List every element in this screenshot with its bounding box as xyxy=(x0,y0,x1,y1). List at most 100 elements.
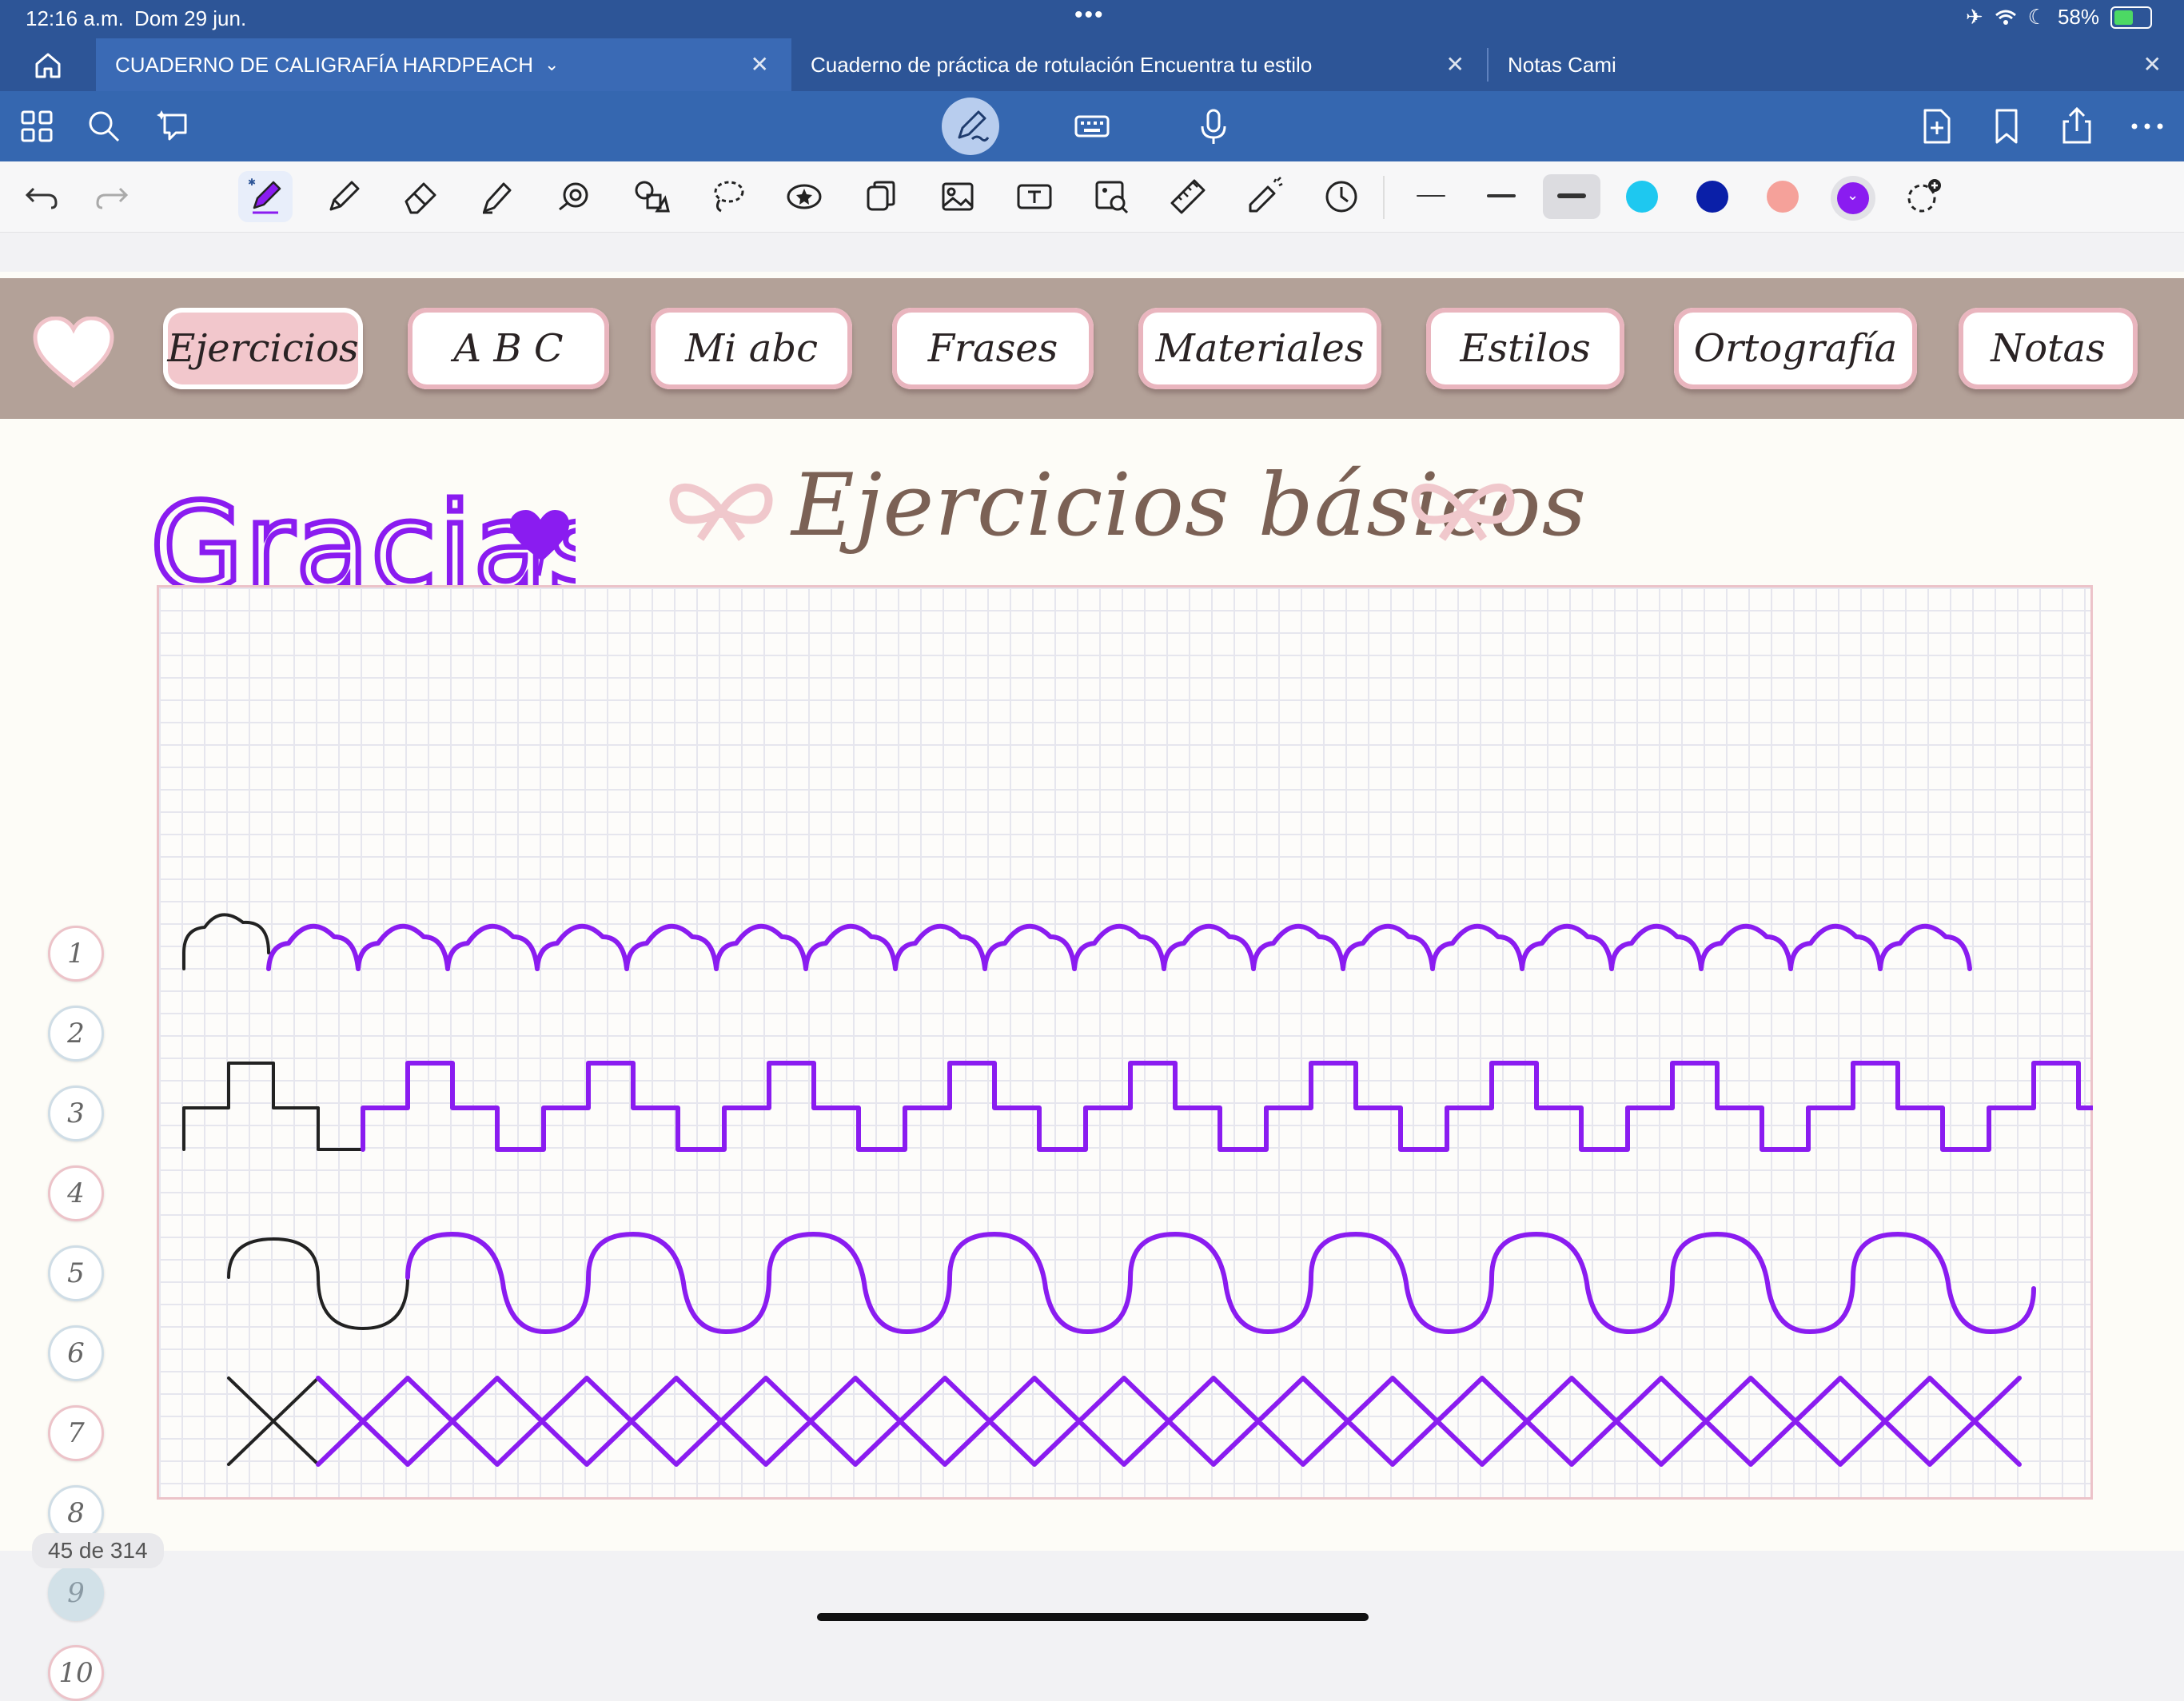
section-tab-mi-abc[interactable]: Mi abc xyxy=(651,308,852,389)
airplane-mode-icon: ✈ xyxy=(1965,5,1983,29)
battery-fill xyxy=(2114,10,2133,25)
color-swatch-salmon[interactable] xyxy=(1767,181,1799,213)
color-swatch-purple-selected[interactable]: ⌄ xyxy=(1831,176,1875,221)
battery-percent: 58% xyxy=(2057,5,2099,29)
chevron-down-icon[interactable]: ⌄ xyxy=(544,54,559,75)
home-icon[interactable] xyxy=(30,48,66,83)
ink-stroke-cross xyxy=(316,1376,2022,1467)
stroke-width-medium[interactable] xyxy=(1473,174,1530,219)
svg-text:✱: ✱ xyxy=(248,177,256,188)
tab-notas-cami[interactable]: Notas Cami ✕ xyxy=(1489,38,2184,91)
guide-stroke-scallop xyxy=(182,913,270,970)
image-search-icon[interactable] xyxy=(1090,176,1132,217)
section-tab-label: Materiales xyxy=(1155,326,1365,371)
pencil-icon[interactable] xyxy=(323,176,365,217)
home-indicator[interactable] xyxy=(817,1613,1369,1621)
row-number[interactable]: 1 xyxy=(48,926,104,982)
status-date: Dom 29 jun. xyxy=(134,6,247,30)
ruler-icon[interactable] xyxy=(1167,176,1209,217)
more-options-icon[interactable] xyxy=(2126,106,2168,147)
pen-tool-selected[interactable]: ✱ xyxy=(238,171,293,222)
image-icon[interactable] xyxy=(937,176,978,217)
wifi-icon xyxy=(1995,10,2016,25)
section-tab-abc[interactable]: A B C xyxy=(408,308,609,389)
section-tab-notas[interactable]: Notas xyxy=(1959,308,2138,389)
close-tab-icon[interactable]: ✕ xyxy=(751,51,769,78)
section-tab-estilos[interactable]: Estilos xyxy=(1426,308,1624,389)
color-swatch-cyan[interactable] xyxy=(1626,181,1658,213)
section-tab-label: Estilos xyxy=(1460,326,1591,371)
row-number[interactable]: 6 xyxy=(48,1325,104,1381)
pen-icon xyxy=(958,110,990,142)
section-tab-label: Ortografía xyxy=(1693,326,1898,371)
section-tab-materiales[interactable]: Materiales xyxy=(1138,308,1381,389)
guide-stroke-wave xyxy=(227,1237,409,1330)
row-number[interactable]: 5 xyxy=(48,1245,104,1301)
guide-stroke-square xyxy=(182,1062,365,1151)
bookmark-icon[interactable] xyxy=(1986,106,2027,147)
status-indicators: ✈ ☾ 58% xyxy=(1966,5,2152,30)
document-tab-bar: CUADERNO DE CALIGRAFÍA HARDPEACH ⌄ ✕ Cua… xyxy=(0,38,2184,91)
thumbnails-grid-icon[interactable] xyxy=(16,106,58,147)
row-number[interactable]: 4 xyxy=(48,1165,104,1221)
status-bar: 12:16 a.m. Dom 29 jun. ••• ✈ ☾ 58% xyxy=(0,0,2184,38)
tab-cuaderno-caligrafia[interactable]: CUADERNO DE CALIGRAFÍA HARDPEACH ⌄ ✕ xyxy=(96,38,791,91)
ai-assistant-icon[interactable] xyxy=(155,106,197,147)
section-tab-frases[interactable]: Frases xyxy=(892,308,1094,389)
row-number[interactable]: 3 xyxy=(48,1086,104,1141)
handwriting-mode-button[interactable] xyxy=(942,98,999,155)
tab-cuaderno-rotulacion[interactable]: Cuaderno de práctica de rotulación Encue… xyxy=(791,38,1487,91)
eraser-icon[interactable] xyxy=(400,176,441,217)
guide-stroke-cross xyxy=(227,1376,320,1466)
section-tab-label: Notas xyxy=(1991,326,2106,371)
practice-strokes[interactable] xyxy=(157,585,2093,1500)
chevron-down-icon: ⌄ xyxy=(1847,187,1859,203)
row-number[interactable]: 10 xyxy=(48,1645,104,1701)
undo-icon[interactable] xyxy=(21,176,62,217)
section-tab-ortografia[interactable]: Ortografía xyxy=(1674,308,1917,389)
lasso-icon[interactable] xyxy=(707,176,748,217)
add-color-icon[interactable] xyxy=(1903,176,1944,217)
text-box-icon[interactable] xyxy=(1014,176,1055,217)
do-not-disturb-moon-icon: ☾ xyxy=(2027,5,2047,29)
page-indicator: 45 de 314 xyxy=(32,1533,164,1568)
section-tab-label: A B C xyxy=(453,326,564,371)
highlighter-icon[interactable] xyxy=(476,176,518,217)
tab-label: Cuaderno de práctica de rotulación Encue… xyxy=(811,52,1313,77)
redo-icon[interactable] xyxy=(91,176,133,217)
shapes-icon[interactable] xyxy=(630,176,672,217)
share-icon[interactable] xyxy=(2056,106,2098,147)
section-tab-label: Ejercicios xyxy=(167,326,359,371)
bow-right-icon xyxy=(1411,484,1515,541)
keyboard-icon[interactable] xyxy=(1071,106,1113,147)
heart-icon[interactable] xyxy=(32,317,115,390)
stroke-width-thick[interactable] xyxy=(1543,174,1600,219)
bow-left-icon xyxy=(669,484,773,541)
add-page-icon[interactable] xyxy=(1915,106,1957,147)
microphone-icon[interactable] xyxy=(1193,106,1234,147)
ink-stroke-wave xyxy=(405,1232,2036,1334)
toolbar-divider xyxy=(1383,176,1385,219)
section-tabs-band: Ejercicios A B C Mi abc Frases Materiale… xyxy=(0,278,2184,419)
search-icon[interactable] xyxy=(83,106,125,147)
color-swatch-navy[interactable] xyxy=(1696,181,1728,213)
clock-icon[interactable] xyxy=(1321,176,1362,217)
close-tab-icon[interactable]: ✕ xyxy=(1446,51,1465,78)
fountain-pen-icon: ✱ xyxy=(248,177,281,214)
section-tab-label: Frases xyxy=(927,326,1058,371)
row-number[interactable]: 7 xyxy=(48,1405,104,1461)
battery-icon xyxy=(2110,6,2152,29)
sticker-icon[interactable] xyxy=(783,176,825,217)
row-number[interactable]: 2 xyxy=(48,1006,104,1062)
elements-icon[interactable] xyxy=(860,176,902,217)
close-tab-icon[interactable]: ✕ xyxy=(2143,51,2162,78)
shape-tool-icon[interactable] xyxy=(553,176,595,217)
section-tab-ejercicios[interactable]: Ejercicios xyxy=(163,308,363,389)
notebook-page[interactable]: Ejercicios A B C Mi abc Frases Materiale… xyxy=(0,272,2184,1701)
laser-pointer-icon[interactable] xyxy=(1244,176,1285,217)
status-time: 12:16 a.m. xyxy=(26,6,124,30)
multitasking-dots-icon[interactable]: ••• xyxy=(1074,2,1105,29)
main-toolbar xyxy=(0,91,2184,161)
row-number[interactable]: 9 xyxy=(48,1565,104,1621)
stroke-width-thin[interactable] xyxy=(1402,174,1460,219)
